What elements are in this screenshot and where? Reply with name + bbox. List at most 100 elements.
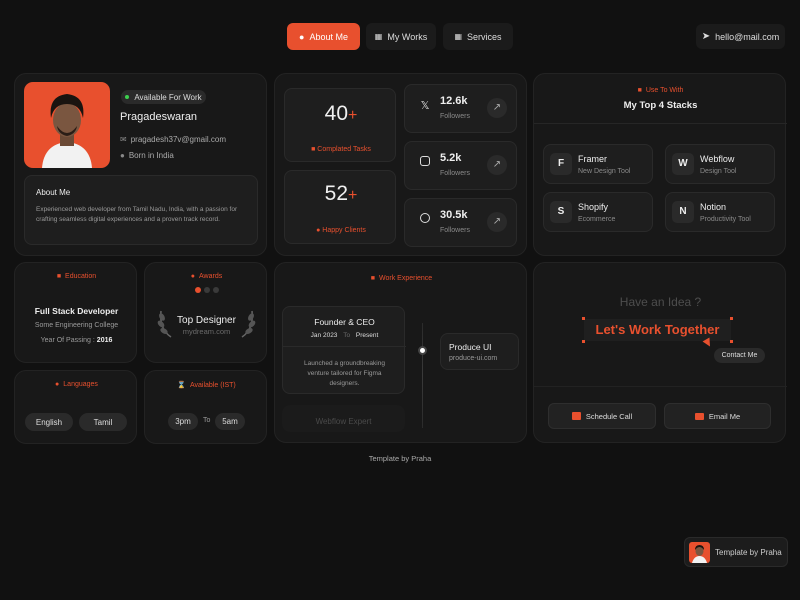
education-title-text: Education bbox=[65, 273, 97, 280]
awards-card: ● Awards Top Designer mydream.com bbox=[144, 262, 267, 363]
language-english: English bbox=[25, 413, 73, 431]
stack-desc: Design Tool bbox=[700, 168, 737, 175]
corner-dot bbox=[582, 317, 585, 320]
award-name: Top Designer bbox=[177, 315, 236, 326]
available-from-label: 3pm bbox=[175, 417, 191, 426]
work-card: ■ Work Experience Founder & CEO Jan 2023… bbox=[274, 262, 527, 443]
social-instagram[interactable]: 5.2k Followers ↗ bbox=[404, 141, 517, 190]
badge-label: Template by Praha bbox=[715, 547, 782, 557]
cta-headline: Let's Work Together bbox=[595, 322, 720, 337]
stack-shopify[interactable]: S Shopify Ecommerce bbox=[543, 192, 653, 232]
arrow-up-right-icon[interactable]: ↗ bbox=[487, 98, 507, 118]
stacks-eyebrow-text: Use To With bbox=[645, 87, 684, 94]
nav-about-button[interactable]: ● About Me bbox=[287, 23, 360, 50]
contact-me-button[interactable]: Contact Me bbox=[714, 348, 765, 363]
work-to: Present bbox=[355, 332, 379, 339]
education-year-label: Year Of Passing : bbox=[40, 337, 95, 344]
company-name: Produce UI bbox=[449, 342, 492, 352]
availability-title-text: Available (IST) bbox=[189, 381, 236, 389]
work-dates: Jan 2023 To Present bbox=[283, 332, 406, 339]
work-divider bbox=[283, 346, 406, 347]
education-year: 2016 bbox=[96, 337, 113, 344]
globe-icon: ● bbox=[55, 381, 60, 388]
arrow-up-right-icon[interactable]: ↗ bbox=[487, 155, 507, 175]
cta-question: Have an Idea ? bbox=[619, 295, 702, 309]
medal-icon: ● bbox=[190, 273, 195, 280]
mail-icon: ✉ bbox=[120, 135, 127, 144]
available-to: 5am bbox=[215, 413, 245, 430]
availability-card: ⌛ Available (IST) 3pm To 5am bbox=[144, 370, 267, 444]
clients-value: 52 bbox=[324, 182, 348, 205]
clients-label-row: ● Happy Clients bbox=[285, 227, 397, 234]
smile-icon: ● bbox=[316, 227, 321, 234]
awards-carousel-dots[interactable] bbox=[195, 287, 219, 293]
work-desc: Launched a groundbreaking venture tailor… bbox=[304, 360, 385, 387]
gallery-icon: ▦ bbox=[374, 32, 383, 41]
hourglass-icon: ⌛ bbox=[177, 382, 186, 389]
stacks-title: My Top 4 Stacks bbox=[623, 100, 698, 111]
stack-name: Webflow bbox=[700, 154, 735, 164]
email-button[interactable]: ➤ hello@mail.com bbox=[696, 24, 785, 49]
education-title: ■ Education bbox=[15, 273, 138, 280]
location-pin-icon: ● bbox=[120, 151, 125, 160]
nav-services-button[interactable]: ▦ Services bbox=[443, 23, 513, 50]
profile-location: Born in India bbox=[128, 151, 174, 160]
briefcase-icon: ■ bbox=[311, 146, 316, 153]
education-card: ■ Education Full Stack Developer Some En… bbox=[14, 262, 137, 363]
template-badge[interactable]: Template by Praha bbox=[684, 537, 788, 567]
tasks-label: Complated Tasks bbox=[317, 146, 371, 153]
schedule-call-button[interactable]: Schedule Call bbox=[548, 403, 656, 429]
about-title: About Me bbox=[36, 188, 71, 197]
available-to-value: 5am bbox=[222, 417, 238, 426]
grid-icon: ▦ bbox=[454, 32, 463, 41]
work-to-label: To bbox=[343, 332, 351, 339]
contact-me-label: Contact Me bbox=[721, 352, 758, 359]
work-title-text: Work Experience bbox=[379, 275, 433, 282]
briefcase-icon: ■ bbox=[370, 275, 376, 282]
avatar bbox=[24, 82, 110, 168]
corner-dot bbox=[730, 340, 733, 343]
instagram-label: Followers bbox=[440, 170, 470, 177]
company-box: Produce UI produce-ui.com bbox=[440, 333, 519, 370]
stack-name: Framer bbox=[578, 154, 607, 164]
arrow-up-right-icon[interactable]: ↗ bbox=[487, 212, 507, 232]
cta-divider bbox=[534, 386, 787, 387]
about-box: About Me Experienced web developer from … bbox=[24, 175, 258, 245]
dot-active[interactable] bbox=[195, 287, 201, 293]
status-badge: Available For Work bbox=[121, 90, 206, 104]
languages-card: ● Languages English Tamil bbox=[14, 370, 137, 444]
available-from: 3pm bbox=[168, 413, 198, 430]
stack-notion[interactable]: N Notion Productivity Tool bbox=[665, 192, 775, 232]
education-school: Some Engineering College bbox=[34, 322, 119, 329]
x-icon: 𝕏 bbox=[420, 100, 430, 112]
nav-works-button[interactable]: ▦ My Works bbox=[366, 23, 436, 50]
stack-framer[interactable]: F Framer New Design Tool bbox=[543, 144, 653, 184]
dot[interactable] bbox=[213, 287, 219, 293]
about-text: Experienced web developer from Tamil Nad… bbox=[36, 206, 238, 223]
stack-webflow[interactable]: W Webflow Design Tool bbox=[665, 144, 775, 184]
company-site: produce-ui.com bbox=[449, 355, 498, 362]
tasks-plus: + bbox=[348, 107, 358, 124]
instagram-count: 5.2k bbox=[440, 152, 462, 164]
work-role: Founder & CEO bbox=[314, 317, 375, 327]
webflow-icon: W bbox=[672, 153, 694, 175]
award-site: mydream.com bbox=[182, 327, 231, 336]
shopify-icon: S bbox=[550, 201, 572, 223]
social-dribbble[interactable]: 30.5k Followers ↗ bbox=[404, 198, 517, 247]
clients-stat: 52+ ● Happy Clients bbox=[284, 170, 396, 244]
footer-credit: Template by Praha bbox=[368, 454, 432, 463]
dot[interactable] bbox=[204, 287, 210, 293]
profile-name: Pragadeswaran bbox=[120, 111, 198, 123]
email-me-button[interactable]: Email Me bbox=[664, 403, 771, 429]
corner-dot bbox=[730, 317, 733, 320]
availability-title: ⌛ Available (IST) bbox=[145, 381, 268, 390]
dribbble-label: Followers bbox=[440, 227, 470, 234]
status-text: Available For Work bbox=[134, 92, 202, 102]
clients-label: Happy Clients bbox=[322, 227, 366, 234]
schedule-call-label: Schedule Call bbox=[585, 411, 633, 421]
user-icon: ● bbox=[299, 31, 305, 42]
status-dot-icon bbox=[125, 95, 130, 99]
social-x[interactable]: 𝕏 12.6k Followers ↗ bbox=[404, 84, 517, 133]
stack-desc: Ecommerce bbox=[578, 216, 616, 223]
work-from: Jan 2023 bbox=[310, 332, 338, 339]
